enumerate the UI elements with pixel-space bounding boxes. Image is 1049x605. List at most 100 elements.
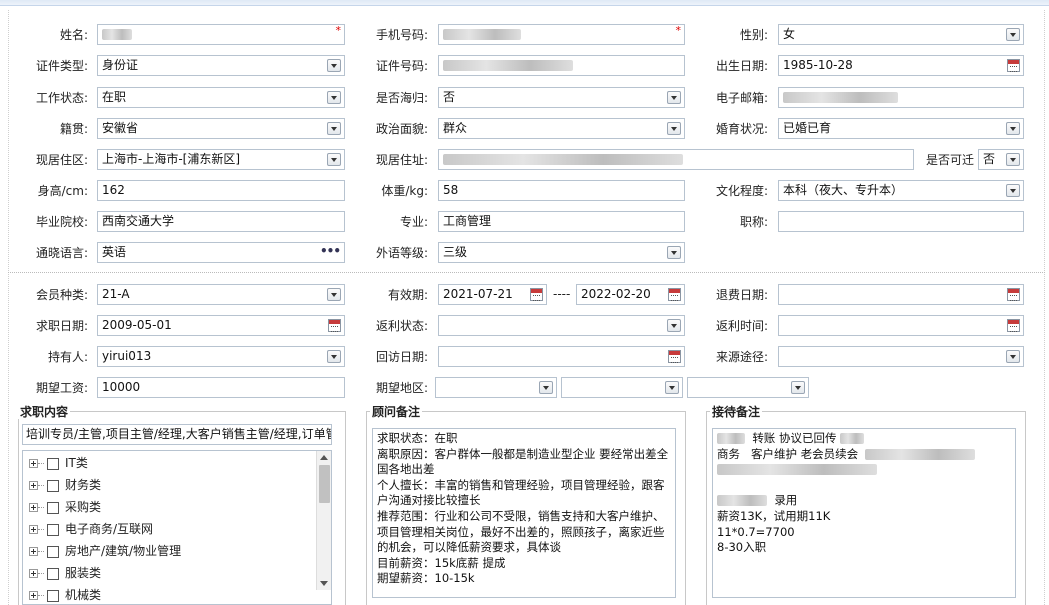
- chevron-down-icon[interactable]: [327, 288, 341, 301]
- category-checkbox[interactable]: [47, 545, 59, 558]
- chevron-down-icon[interactable]: [327, 122, 341, 135]
- chevron-down-icon[interactable]: [791, 381, 805, 394]
- salary-field[interactable]: 10000: [97, 377, 345, 398]
- email-field[interactable]: [778, 87, 1024, 108]
- tree-item[interactable]: 服装类: [23, 562, 331, 584]
- holder-select[interactable]: yirui013: [97, 346, 345, 367]
- native-place-select[interactable]: 安徽省: [97, 118, 345, 139]
- chevron-down-icon[interactable]: [327, 59, 341, 72]
- plus-square-icon[interactable]: [29, 569, 38, 578]
- chevron-down-icon[interactable]: [327, 350, 341, 363]
- relocate-select[interactable]: 否: [978, 149, 1024, 170]
- chevron-down-icon[interactable]: [667, 122, 681, 135]
- education-select[interactable]: 本科（夜大、专升本）: [778, 180, 1024, 201]
- political-select[interactable]: 群众: [438, 118, 685, 139]
- title-field[interactable]: [778, 211, 1024, 232]
- region-province-select[interactable]: [435, 377, 557, 398]
- plus-square-icon[interactable]: [29, 591, 38, 600]
- chevron-down-icon[interactable]: [667, 246, 681, 259]
- chevron-down-icon[interactable]: [1006, 153, 1020, 166]
- chevron-down-icon[interactable]: [539, 381, 553, 394]
- district-select[interactable]: 上海市-上海市-[浦东新区]: [97, 149, 345, 170]
- birth-date-field[interactable]: 1985-10-28: [778, 55, 1024, 76]
- job-category-tree[interactable]: IT类 财务类 采购类 电子商务/互联网 房地产/建筑/物业管理 服装类 机械类: [22, 450, 332, 605]
- tree-scrollbar[interactable]: [316, 451, 331, 590]
- chevron-down-icon[interactable]: [1006, 350, 1020, 363]
- id-type-select[interactable]: 身份证: [97, 55, 345, 76]
- job-date-field[interactable]: 2009-05-01: [97, 315, 345, 336]
- id-number-field[interactable]: [438, 55, 685, 76]
- scroll-down-icon[interactable]: [320, 581, 328, 586]
- calendar-icon[interactable]: [530, 288, 543, 301]
- note-line: 个人擅长：丰富的销售和管理经验，项目管理经验，跟客户沟通对接比较擅长: [377, 477, 665, 508]
- calendar-icon[interactable]: [1007, 59, 1020, 72]
- calendar-icon[interactable]: [668, 288, 681, 301]
- tree-item[interactable]: 房地产/建筑/物业管理: [23, 540, 331, 562]
- height-field[interactable]: 162: [97, 180, 345, 201]
- tree-item[interactable]: 采购类: [23, 496, 331, 518]
- visit-date-field[interactable]: [438, 346, 685, 367]
- mobile-field[interactable]: *: [438, 24, 685, 45]
- tree-item[interactable]: 财务类: [23, 474, 331, 496]
- calendar-icon[interactable]: [1007, 288, 1020, 301]
- plus-square-icon[interactable]: [29, 459, 38, 468]
- rebate-status-select[interactable]: [438, 315, 685, 336]
- calendar-icon[interactable]: [328, 319, 341, 332]
- scroll-thumb[interactable]: [319, 465, 330, 503]
- plus-square-icon[interactable]: [29, 481, 38, 490]
- school-field[interactable]: 西南交通大学: [97, 211, 345, 232]
- plus-square-icon[interactable]: [29, 503, 38, 512]
- chevron-down-icon[interactable]: [665, 381, 679, 394]
- ellipsis-icon[interactable]: •••: [320, 243, 341, 260]
- overseas-select[interactable]: 否: [438, 87, 685, 108]
- address-label: 现居住址:: [375, 153, 428, 167]
- chevron-down-icon[interactable]: [1006, 122, 1020, 135]
- scroll-up-icon[interactable]: [320, 455, 328, 460]
- valid-from-field[interactable]: 2021-07-21: [438, 284, 547, 305]
- calendar-icon[interactable]: [1007, 319, 1020, 332]
- relocate-value: 否: [983, 152, 996, 166]
- major-field[interactable]: 工商管理: [438, 211, 685, 232]
- reception-notes-textarea[interactable]: 转账 协议已回传 商务 客户维护 老会员续会 录用 薪资13K，试用期11K 1…: [712, 428, 1016, 598]
- address-field[interactable]: [438, 149, 914, 170]
- valid-from-value: 2021-07-21: [443, 287, 513, 301]
- category-checkbox[interactable]: [47, 479, 59, 492]
- refund-date-field[interactable]: [778, 284, 1024, 305]
- language-value: 英语: [102, 245, 127, 259]
- category-checkbox[interactable]: [47, 589, 59, 602]
- language-field[interactable]: 英语 •••: [97, 242, 345, 263]
- tree-item[interactable]: 机械类: [23, 584, 331, 604]
- birth-date-label: 出生日期:: [715, 59, 768, 73]
- category-checkbox[interactable]: [47, 501, 59, 514]
- chevron-down-icon[interactable]: [667, 319, 681, 332]
- tree-item[interactable]: 电子商务/互联网: [23, 518, 331, 540]
- chevron-down-icon[interactable]: [1006, 28, 1020, 41]
- chevron-down-icon[interactable]: [1006, 184, 1020, 197]
- job-content-summary[interactable]: 培训专员/主管,项目主管/经理,大客户销售主管/经理,订单管: [22, 424, 332, 445]
- chevron-down-icon[interactable]: [327, 91, 341, 104]
- plus-square-icon[interactable]: [29, 525, 38, 534]
- rebate-time-label: 返利时间:: [715, 319, 768, 333]
- region-district-select[interactable]: [687, 377, 809, 398]
- category-checkbox[interactable]: [47, 523, 59, 536]
- valid-to-field[interactable]: 2022-02-20: [576, 284, 685, 305]
- source-select[interactable]: [778, 346, 1024, 367]
- member-type-select[interactable]: 21-A: [97, 284, 345, 305]
- category-checkbox[interactable]: [47, 567, 59, 580]
- id-type-value: 身份证: [102, 58, 139, 72]
- tree-item[interactable]: IT类: [23, 452, 331, 474]
- gender-select[interactable]: 女: [778, 24, 1024, 45]
- consultant-notes-textarea[interactable]: 求职状态：在职 离职原因：客户群体一般都是制造业型企业 要经常出差全国各地出差 …: [372, 428, 676, 598]
- category-checkbox[interactable]: [47, 457, 59, 470]
- rebate-time-field[interactable]: [778, 315, 1024, 336]
- calendar-icon[interactable]: [668, 350, 681, 363]
- region-city-select[interactable]: [561, 377, 683, 398]
- chevron-down-icon[interactable]: [667, 91, 681, 104]
- chevron-down-icon[interactable]: [327, 153, 341, 166]
- work-status-select[interactable]: 在职: [97, 87, 345, 108]
- name-field[interactable]: *: [97, 24, 345, 45]
- language-level-select[interactable]: 三级: [438, 242, 685, 263]
- marital-select[interactable]: 已婚已育: [778, 118, 1024, 139]
- plus-square-icon[interactable]: [29, 547, 38, 556]
- weight-field[interactable]: 58: [438, 180, 685, 201]
